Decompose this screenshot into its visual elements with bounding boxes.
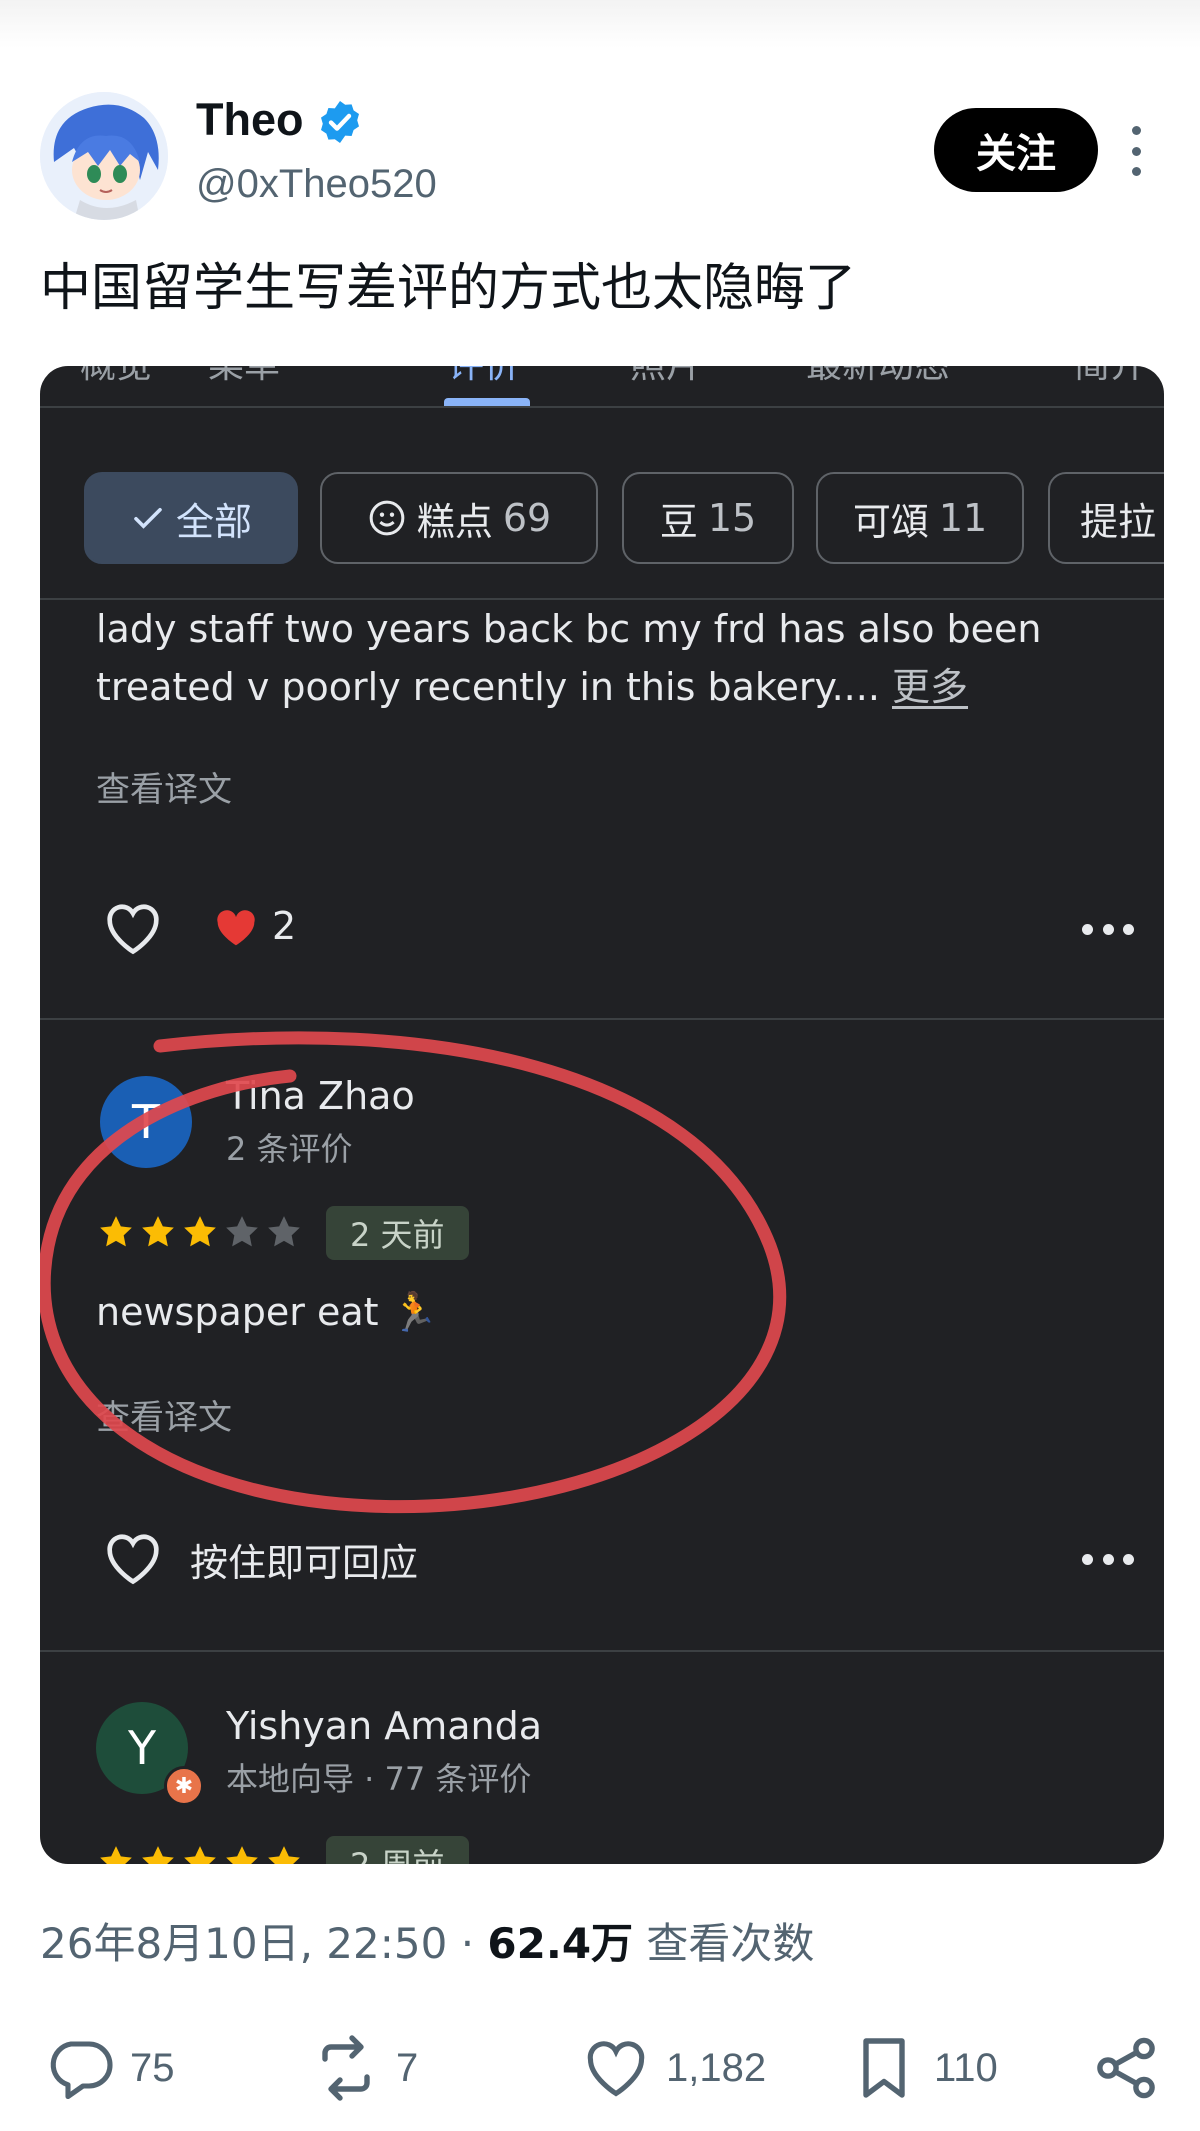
review2-meta: 2 条评价 [226,1130,353,1168]
review1-more-link: 更多 [892,665,969,709]
chip-bean-label: 豆 [659,499,698,544]
review2-hold-to-react: 按住即可回应 [190,1541,419,1585]
local-guide-badge-icon: ✱ [164,1766,204,1806]
tab-menu: 菜单 [208,366,280,388]
reply-icon [50,2041,113,2100]
star-filled-icon [100,1216,132,1247]
tab-updates: 最新动态 [806,366,950,388]
review2-text: newspaper eat 🏃 [96,1290,438,1334]
like-button[interactable]: 1,182 [580,2028,766,2108]
chip-pastry-count: 69 [502,496,552,540]
tab-about: 简介 [1074,366,1146,388]
view-label: 查看次数 [646,1919,815,1968]
review-separator-1 [40,1018,1164,1020]
author-name[interactable]: Theo [196,94,304,146]
bookmark-count: 110 [934,2045,998,2090]
tab-reviews: 评价 [448,366,520,388]
chip-tiramisu-label: 提拉 [1080,499,1157,544]
chip-bean-count: 15 [707,496,757,540]
tweet-timestamp[interactable]: 26年8月10日, 22:50 [40,1919,447,1968]
repost-count: 7 [396,2045,419,2090]
top-band [0,0,1200,48]
review-separator-2 [40,1650,1164,1652]
review2-translate-link: 查看译文 [96,1398,232,1438]
chip-tiramisu: 提拉 [1048,472,1164,564]
smiley-icon [369,500,405,536]
chip-croissant-label: 可頌 [852,499,929,544]
tabs-divider [40,406,1164,408]
review2-like-heart-icon [107,1534,159,1585]
review1-line2: treated v poorly recently in this bakery… [96,665,880,709]
share-button[interactable] [1090,2028,1162,2108]
bookmark-button[interactable]: 110 [848,2028,998,2108]
review2-avatar: T [100,1076,192,1168]
review1-text: lady staff two years back bc my frd has … [96,600,1042,716]
chip-croissant-count: 11 [938,496,988,540]
star-filled-icon [184,1846,216,1864]
review3-meta: 本地向导 · 77 条评价 [226,1760,532,1798]
embedded-screenshot[interactable]: 概览 菜单 评价 照片 最新动态 简介 全部 糕点 69 豆 15 可頌 11 … [40,366,1164,1864]
review2-date-badge: 2 天前 [326,1206,469,1260]
view-count: 62.4万 [487,1919,634,1968]
tab-overview: 概览 [80,366,152,388]
star-filled-icon [142,1846,174,1864]
verified-badge-icon [321,101,359,143]
star-filled-icon [268,1846,300,1864]
review1-like-count: 2 [272,904,297,948]
repost-icon [322,2035,370,2101]
chip-bean: 豆 15 [622,472,794,564]
reply-count: 75 [130,2045,175,2090]
review3-date-badge: 2 周前 [326,1836,469,1864]
active-tab-indicator [444,398,530,406]
bookmark-icon [863,2038,905,2098]
heart-icon [587,2041,645,2097]
chip-all: 全部 [84,472,298,564]
meta-dot: · [460,1919,488,1968]
review1-translate-link: 查看译文 [96,770,232,810]
like-count: 1,182 [666,2045,767,2090]
chip-croissant: 可頌 11 [816,472,1024,564]
review1-more-icon [1082,922,1134,936]
tweet-meta-line: 26年8月10日, 22:50 · 62.4万 查看次数 [40,1910,814,1971]
review1-line1: lady staff two years back bc my frd has … [96,607,1042,651]
star-filled-icon [100,1846,132,1864]
star-empty-icon [268,1216,300,1247]
star-empty-icon [226,1216,258,1247]
chip-pastry: 糕点 69 [320,472,598,564]
follow-button[interactable]: 关注 [934,108,1098,192]
reply-button[interactable]: 75 [44,2028,175,2108]
review2-stars [96,1212,304,1252]
check-icon [134,507,162,529]
review1-like-heart-icon [107,904,159,955]
star-filled-icon [226,1846,258,1864]
review3-stars [96,1842,304,1864]
more-options-icon[interactable] [1124,126,1148,176]
share-icon [1097,2037,1155,2099]
star-filled-icon [184,1216,216,1247]
review3-author-name: Yishyan Amanda [226,1704,543,1748]
review-tabs: 概览 菜单 评价 照片 最新动态 简介 [40,366,1164,408]
star-filled-icon [142,1216,174,1247]
review2-author-name: Tina Zhao [226,1074,415,1118]
author-avatar[interactable] [40,92,168,220]
review2-more-icon [1082,1552,1134,1566]
red-heart-icon [217,910,255,946]
chip-pastry-label: 糕点 [416,499,493,544]
red-annotation-circle [40,1031,787,1514]
tab-photos: 照片 [630,366,702,388]
repost-button[interactable]: 7 [310,2028,418,2108]
author-handle[interactable]: @0xTheo520 [196,162,437,207]
chip-all-label: 全部 [175,499,252,544]
tweet-text: 中国留学生写差评的方式也太隐晦了 [40,259,857,318]
